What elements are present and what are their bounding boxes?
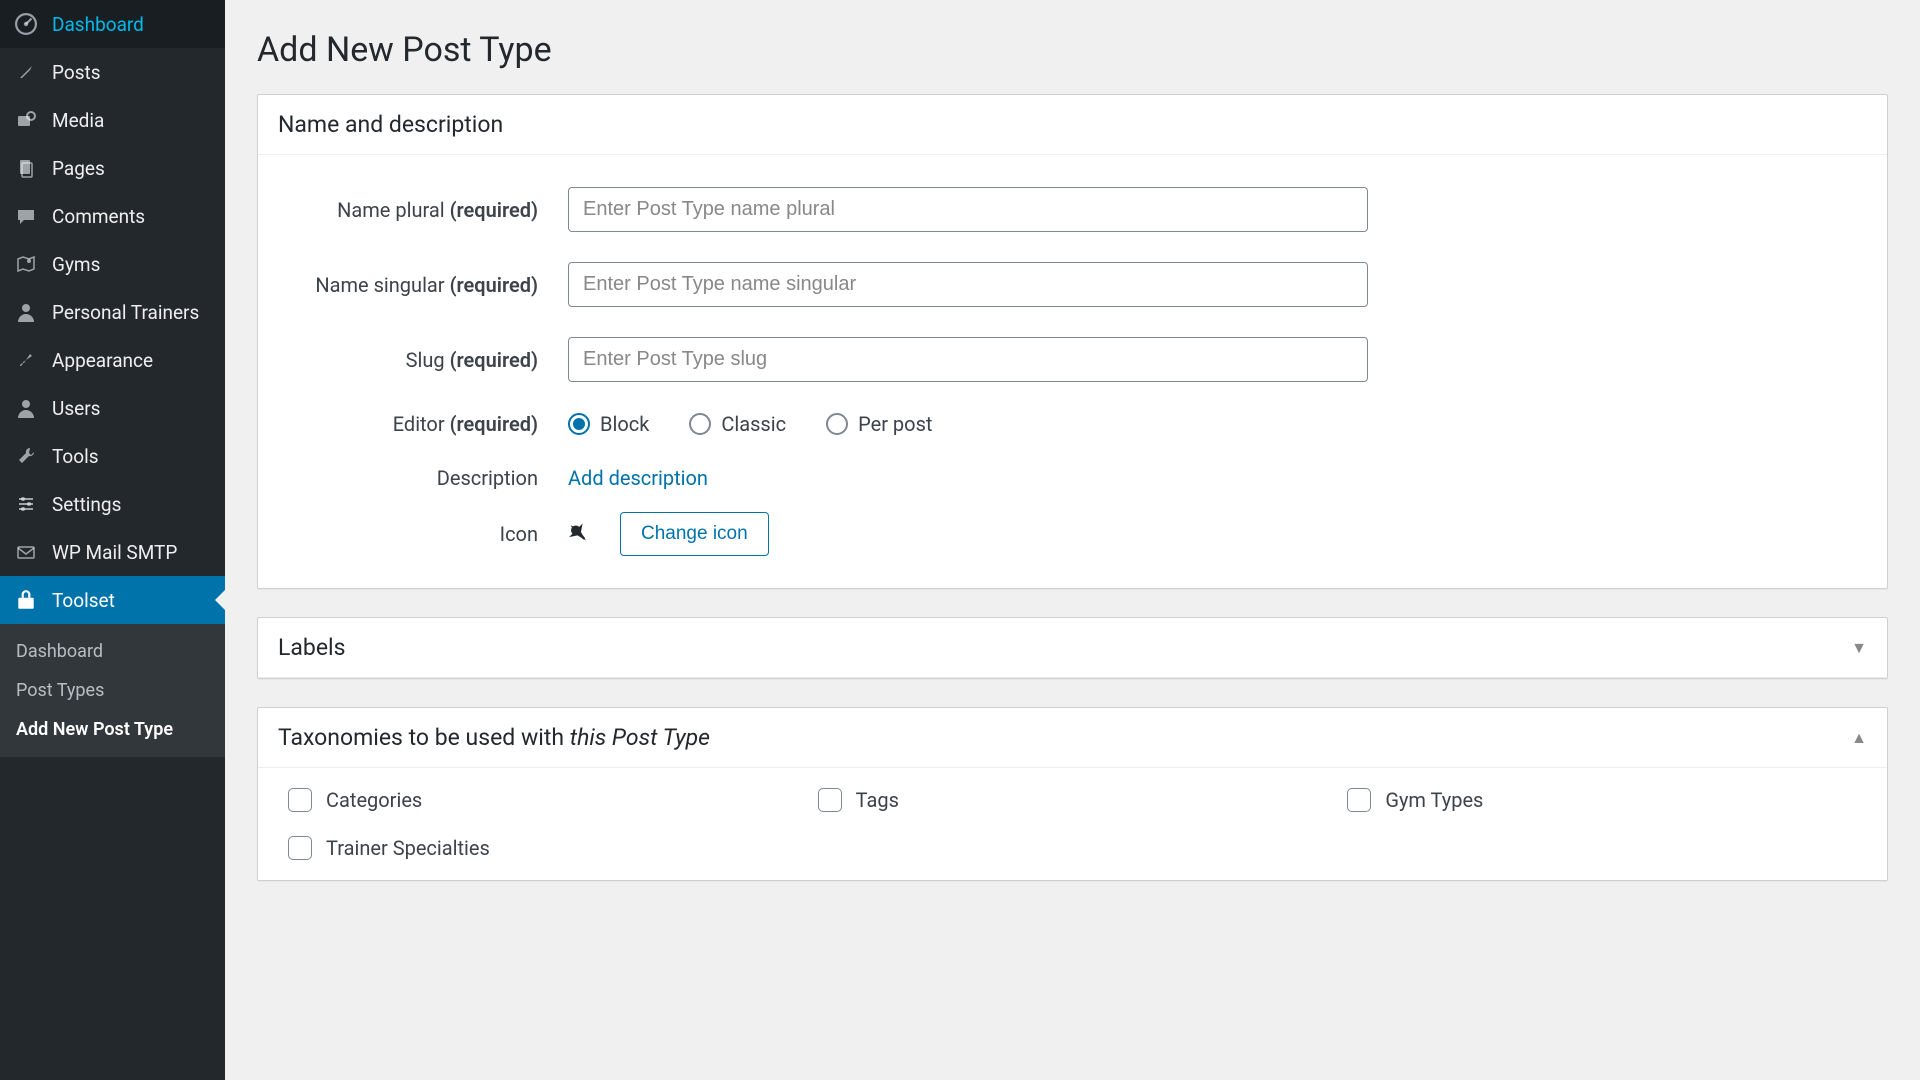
comment-icon: [14, 204, 38, 228]
sidebar-item-label: Settings: [52, 493, 121, 516]
radio-icon: [568, 413, 590, 435]
change-icon-button[interactable]: Change icon: [620, 512, 769, 556]
sidebar-item-personal-trainers[interactable]: Personal Trainers: [0, 288, 225, 336]
input-slug[interactable]: [568, 337, 1368, 382]
checkbox-icon: [1347, 788, 1371, 812]
checkbox-categories[interactable]: Categories: [288, 788, 798, 812]
panel-taxonomies: Taxonomies to be used with this Post Typ…: [257, 707, 1888, 881]
label-name-plural: Name plural (required): [258, 198, 568, 222]
radio-group-editor: Block Classic Per post: [568, 412, 1859, 436]
pin-icon: [561, 515, 600, 554]
person-icon: [14, 300, 38, 324]
radio-editor-block[interactable]: Block: [568, 412, 649, 436]
sidebar-item-toolset[interactable]: Toolset: [0, 576, 225, 624]
sidebar-item-label: Tools: [52, 445, 99, 468]
label-icon: Icon: [258, 522, 568, 546]
sidebar-item-wp-mail-smtp[interactable]: WP Mail SMTP: [0, 528, 225, 576]
sidebar-item-label: Appearance: [52, 349, 153, 372]
taxonomies-grid: Categories Tags Gym Types Trainer Specia…: [258, 768, 1887, 880]
radio-editor-per-post[interactable]: Per post: [826, 412, 932, 436]
sidebar-item-label: Dashboard: [52, 13, 144, 36]
sidebar-item-comments[interactable]: Comments: [0, 192, 225, 240]
panel-body: Name plural (required) Name singular (re…: [258, 155, 1887, 588]
sidebar-item-label: Media: [52, 109, 104, 132]
sidebar-item-label: WP Mail SMTP: [52, 541, 177, 564]
radio-icon: [826, 413, 848, 435]
sidebar-sub-dashboard[interactable]: Dashboard: [0, 632, 225, 671]
sidebar-item-label: Users: [52, 397, 100, 420]
label-name-singular: Name singular (required): [258, 273, 568, 297]
sidebar-sub-add-new-post-type[interactable]: Add New Post Type: [0, 710, 225, 749]
main-content: Add New Post Type Name and description N…: [225, 0, 1920, 1080]
wrench-icon: [14, 444, 38, 468]
checkbox-icon: [288, 836, 312, 860]
label-editor: Editor (required): [258, 412, 568, 436]
radio-editor-classic[interactable]: Classic: [689, 412, 786, 436]
admin-sidebar: Dashboard Posts Media Pages Comments Gym…: [0, 0, 225, 1080]
checkbox-icon: [288, 788, 312, 812]
sidebar-item-tools[interactable]: Tools: [0, 432, 225, 480]
sidebar-item-label: Posts: [52, 61, 101, 84]
radio-icon: [689, 413, 711, 435]
sidebar-item-posts[interactable]: Posts: [0, 48, 225, 96]
label-slug: Slug (required): [258, 348, 568, 372]
dashboard-icon: [14, 12, 38, 36]
checkbox-icon: [818, 788, 842, 812]
brush-icon: [14, 348, 38, 372]
panel-labels[interactable]: Labels ▼: [257, 617, 1888, 679]
page-icon: [14, 156, 38, 180]
panel-title: Taxonomies to be used with this Post Typ…: [278, 724, 710, 751]
sidebar-sub-post-types[interactable]: Post Types: [0, 671, 225, 710]
sidebar-item-settings[interactable]: Settings: [0, 480, 225, 528]
sidebar-item-users[interactable]: Users: [0, 384, 225, 432]
input-name-singular[interactable]: [568, 262, 1368, 307]
panel-title: Name and description: [278, 111, 503, 138]
sidebar-item-appearance[interactable]: Appearance: [0, 336, 225, 384]
sidebar-item-dashboard[interactable]: Dashboard: [0, 0, 225, 48]
chevron-up-icon: ▲: [1851, 728, 1867, 748]
map-icon: [14, 252, 38, 276]
sidebar-item-gyms[interactable]: Gyms: [0, 240, 225, 288]
chevron-down-icon: ▼: [1851, 638, 1867, 658]
panel-header: Name and description: [258, 95, 1887, 155]
page-title: Add New Post Type: [257, 30, 1888, 70]
panel-title: Labels: [278, 634, 345, 661]
person-icon: [14, 396, 38, 420]
media-icon: [14, 108, 38, 132]
pin-icon: [14, 60, 38, 84]
sidebar-item-label: Gyms: [52, 253, 100, 276]
sidebar-item-label: Toolset: [52, 589, 115, 612]
mail-icon: [14, 540, 38, 564]
panel-header-taxonomies[interactable]: Taxonomies to be used with this Post Typ…: [258, 708, 1887, 768]
sidebar-item-label: Pages: [52, 157, 105, 180]
sliders-icon: [14, 492, 38, 516]
input-name-plural[interactable]: [568, 187, 1368, 232]
link-add-description[interactable]: Add description: [568, 466, 708, 490]
checkbox-gym-types[interactable]: Gym Types: [1347, 788, 1857, 812]
checkbox-trainer-specialties[interactable]: Trainer Specialties: [288, 836, 798, 860]
label-description: Description: [258, 466, 568, 490]
sidebar-item-media[interactable]: Media: [0, 96, 225, 144]
checkbox-tags[interactable]: Tags: [818, 788, 1328, 812]
sidebar-item-label: Comments: [52, 205, 145, 228]
panel-name-description: Name and description Name plural (requir…: [257, 94, 1888, 589]
toolset-icon: [14, 588, 38, 612]
sidebar-item-label: Personal Trainers: [52, 301, 199, 324]
sidebar-item-pages[interactable]: Pages: [0, 144, 225, 192]
sidebar-submenu: Dashboard Post Types Add New Post Type: [0, 624, 225, 757]
